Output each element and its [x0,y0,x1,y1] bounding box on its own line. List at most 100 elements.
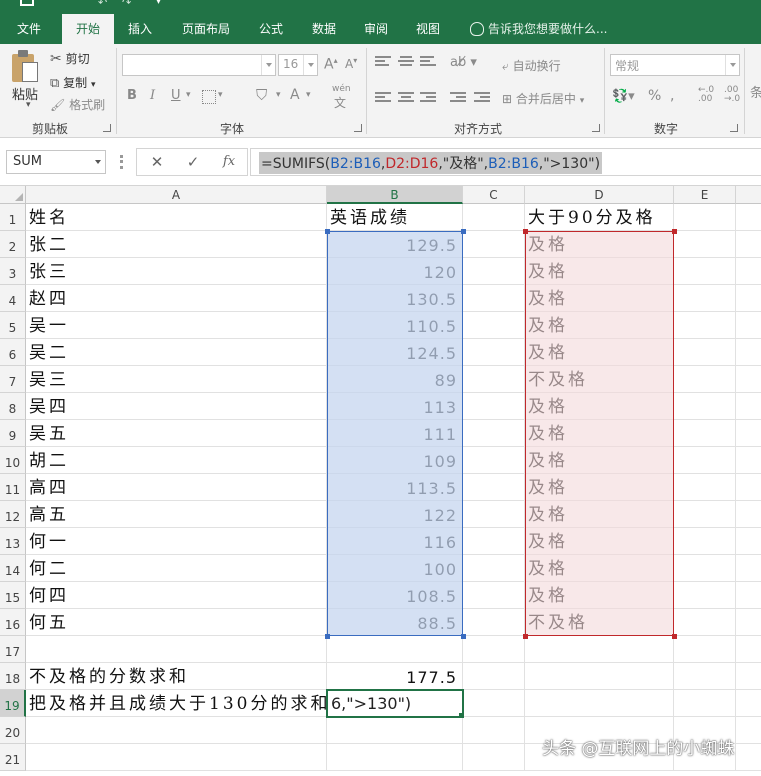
orientation-icon[interactable]: ab̸ ▾ [450,55,477,70]
cell-b10[interactable]: 109 [327,447,463,474]
cell-a18[interactable]: 不及格的分数求和 [26,663,327,690]
cell-c6[interactable] [463,339,525,366]
cell-d5[interactable]: 及格 [525,312,674,339]
enter-icon[interactable]: ✓ [178,150,208,174]
redo-icon[interactable]: ↷ [122,0,131,9]
align-left-icon[interactable] [375,92,391,104]
select-all-corner[interactable] [0,186,26,204]
cut-button[interactable]: ✂ 剪切 [50,50,90,67]
cell-x2[interactable] [736,231,761,258]
decrease-decimal-icon[interactable]: .00 →.0 [724,86,740,104]
row-header[interactable]: 4 [0,285,26,312]
alignment-launcher-icon[interactable] [592,124,600,132]
cell-a3[interactable]: 张三 [26,258,327,285]
font-color-icon[interactable]: A [290,87,300,103]
cell-a19[interactable]: 把及格并且成绩大于130分的求和 [26,690,327,717]
cell-d10[interactable]: 及格 [525,447,674,474]
cell-x14[interactable] [736,555,761,582]
decrease-font-icon[interactable]: A▾ [345,56,357,71]
cell-c19[interactable] [463,690,525,717]
cell-b13[interactable]: 116 [327,528,463,555]
name-box-dropdown-icon[interactable] [95,160,101,164]
number-launcher-icon[interactable] [730,124,738,132]
cell-x19[interactable] [736,690,761,717]
cell-x11[interactable] [736,474,761,501]
align-middle-icon[interactable] [398,56,414,68]
cell-x4[interactable] [736,285,761,312]
row-header[interactable]: 20 [0,717,26,744]
format-painter-button[interactable]: 🖌 格式刷 [50,96,105,113]
cell-a4[interactable]: 赵四 [26,285,327,312]
customize-toolbar-icon[interactable]: ▾ [156,0,161,7]
column-header-a[interactable]: A [26,186,327,204]
conditional-format-icon[interactable]: 条 [750,82,761,101]
name-box[interactable]: SUM [6,150,106,174]
cell-d13[interactable]: 及格 [525,528,674,555]
cell-e10[interactable] [674,447,736,474]
cell-d4[interactable]: 及格 [525,285,674,312]
range-resize-handle[interactable] [325,229,330,234]
cell-b17[interactable] [327,636,463,663]
cell-a13[interactable]: 何一 [26,528,327,555]
cell-b11[interactable]: 113.5 [327,474,463,501]
wrap-text-button[interactable]: ⤶ 自动换行 [502,57,561,74]
range-resize-handle[interactable] [325,634,330,639]
row-header[interactable]: 7 [0,366,26,393]
cell-a10[interactable]: 胡二 [26,447,327,474]
row-header[interactable]: 18 [0,663,26,690]
cell-x18[interactable] [736,663,761,690]
cell-b20[interactable] [327,717,463,744]
number-format-dropdown[interactable]: 常规 [610,54,740,76]
undo-icon[interactable]: ↶ [98,0,107,9]
font-family-dropdown[interactable] [122,54,276,76]
accounting-format-icon[interactable]: 💱▾ [612,89,635,104]
align-right-icon[interactable] [420,92,436,104]
cell-d6[interactable]: 及格 [525,339,674,366]
row-header[interactable]: 14 [0,555,26,582]
decrease-indent-icon[interactable] [450,92,466,104]
cell-x12[interactable] [736,501,761,528]
cell-x10[interactable] [736,447,761,474]
paste-dropdown-icon[interactable]: ▾ [26,100,31,110]
borders-dropdown-icon[interactable]: ▾ [218,90,223,100]
cell-a12[interactable]: 高五 [26,501,327,528]
row-header[interactable]: 5 [0,312,26,339]
paste-icon[interactable] [10,50,40,84]
cell-b5[interactable]: 110.5 [327,312,463,339]
cell-b18[interactable]: 177.5 [327,663,463,690]
cell-c17[interactable] [463,636,525,663]
cell-b15[interactable]: 108.5 [327,582,463,609]
cell-a5[interactable]: 吴一 [26,312,327,339]
cell-a16[interactable]: 何五 [26,609,327,636]
cell-e13[interactable] [674,528,736,555]
cell-a9[interactable]: 吴五 [26,420,327,447]
cell-c2[interactable] [463,231,525,258]
cell-x3[interactable] [736,258,761,285]
insert-function-button[interactable]: fx [214,150,244,174]
cell-x15[interactable] [736,582,761,609]
tab-view[interactable]: 视图 [404,14,452,44]
row-header[interactable]: 16 [0,609,26,636]
increase-decimal-icon[interactable]: ←.0.00 [698,86,714,104]
cell-b2[interactable]: 129.5 [327,231,463,258]
align-bottom-icon[interactable] [420,56,436,68]
cell-x1[interactable] [736,204,761,231]
cell-c3[interactable] [463,258,525,285]
range-resize-handle[interactable] [523,634,528,639]
cell-e14[interactable] [674,555,736,582]
cell-x21[interactable] [736,744,761,771]
cell-x9[interactable] [736,420,761,447]
cell-a21[interactable] [26,744,327,771]
cell-e12[interactable] [674,501,736,528]
cell-c5[interactable] [463,312,525,339]
cell-c15[interactable] [463,582,525,609]
row-header[interactable]: 9 [0,420,26,447]
cell-b3[interactable]: 120 [327,258,463,285]
align-center-icon[interactable] [398,92,414,104]
cell-e11[interactable] [674,474,736,501]
font-size-dropdown[interactable]: 16 [278,54,318,76]
cell-e6[interactable] [674,339,736,366]
cell-e9[interactable] [674,420,736,447]
fill-color-icon[interactable]: ⛉ [256,86,267,104]
cell-b16[interactable]: 88.5 [327,609,463,636]
